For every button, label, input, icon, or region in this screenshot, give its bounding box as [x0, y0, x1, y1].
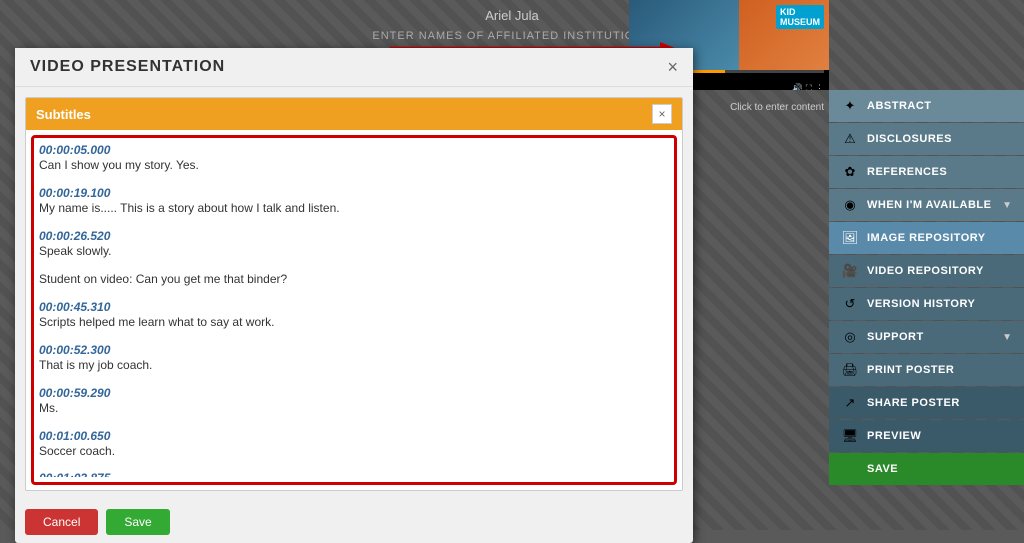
subtitles-header: Subtitles ×	[26, 98, 682, 130]
modal-body: Subtitles × 00:00:05.000Can I show you m…	[15, 87, 693, 501]
sidebar-item-label-image-repository: IMAGE REPOSITORY	[867, 232, 986, 244]
abstract-icon: ✦	[841, 98, 859, 114]
sidebar-item-label-preview: PREVIEW	[867, 430, 921, 442]
subtitles-close-button[interactable]: ×	[652, 104, 672, 124]
sidebar-section-preview: 🖥 PREVIEW	[829, 420, 1024, 452]
when-available-icon: ◉	[841, 197, 859, 213]
sidebar-item-preview[interactable]: 🖥 PREVIEW	[829, 420, 1024, 452]
subtitle-time: 00:00:45.310	[39, 300, 664, 314]
sidebar-section-save: SAVE	[829, 453, 1024, 485]
support-icon: ◎	[841, 329, 859, 345]
sidebar-item-references[interactable]: ✿ REFERENCES	[829, 156, 1024, 188]
save-button[interactable]: Save	[106, 509, 169, 535]
sidebar-item-label-disclosures: DISCLOSURES	[867, 133, 952, 145]
sidebar-item-label-video-repository: VIDEO REPOSITORY	[867, 265, 984, 277]
subtitle-time: 00:00:52.300	[39, 343, 664, 357]
video-repository-icon: 🎥	[841, 263, 859, 279]
sidebar-section-disclosures: ⚠ DISCLOSURES	[829, 123, 1024, 155]
sidebar-item-label-abstract: ABSTRACT	[867, 100, 932, 112]
chevron-icon: ▼	[1002, 200, 1012, 211]
subtitle-time: 00:00:19.100	[39, 186, 664, 200]
kid-museum-badge: KIDMUSEUM	[776, 5, 824, 29]
click-to-enter-hint: Click to enter content	[725, 100, 829, 115]
subtitle-text: Speak slowly.	[39, 243, 664, 260]
sidebar-item-video-repository[interactable]: 🎥 VIDEO REPOSITORY	[829, 255, 1024, 287]
fullscreen-icon[interactable]: ⛶	[806, 83, 812, 91]
image-repository-icon: 🖼	[841, 230, 859, 246]
chevron-icon: ▼	[1002, 332, 1012, 343]
sidebar-section-video-repository: 🎥 VIDEO REPOSITORY	[829, 255, 1024, 287]
subtitle-text: Scripts helped me learn what to say at w…	[39, 314, 664, 331]
subtitles-red-border: 00:00:05.000Can I show you my story. Yes…	[31, 135, 677, 485]
sidebar-section-references: ✿ REFERENCES	[829, 156, 1024, 188]
subtitle-time: 00:00:59.290	[39, 386, 664, 400]
subtitles-scroll[interactable]: 00:00:05.000Can I show you my story. Yes…	[39, 143, 669, 477]
subtitle-entry: 00:00:19.100My name is..... This is a st…	[39, 186, 664, 217]
more-icon[interactable]: ⋮	[815, 83, 824, 91]
sidebar-item-disclosures[interactable]: ⚠ DISCLOSURES	[829, 123, 1024, 155]
volume-icon[interactable]: 🔊	[791, 83, 802, 91]
subtitle-entry: 00:00:26.520Speak slowly.	[39, 229, 664, 260]
sidebar: ✦ ABSTRACT ⚠ DISCLOSURES ✿ REFERENCES ◉ WHEN I'…	[829, 90, 1024, 486]
sidebar-item-when-available[interactable]: ◉ WHEN I'M AVAILABLE ▼	[829, 189, 1024, 221]
subtitle-entry: 00:00:05.000Can I show you my story. Yes…	[39, 143, 664, 174]
sidebar-item-support[interactable]: ◎ SUPPORT ▼	[829, 321, 1024, 353]
sidebar-item-label-support: SUPPORT	[867, 331, 924, 343]
subtitle-entry: 00:01:03.875She told me how I do too. I …	[39, 471, 664, 477]
subtitle-text: Student on video: Can you get me that bi…	[39, 271, 664, 288]
preview-icon: 🖥	[841, 428, 859, 444]
subtitle-entry: 00:00:52.300That is my job coach.	[39, 343, 664, 374]
subtitle-entry: 00:00:45.310Scripts helped me learn what…	[39, 300, 664, 331]
subtitle-text: Can I show you my story. Yes.	[39, 157, 664, 174]
subtitle-text: Soccer coach.	[39, 443, 664, 460]
share-poster-icon: ↗	[841, 395, 859, 411]
sidebar-section-version-history: ↺ VERSION HISTORY	[829, 288, 1024, 320]
sidebar-item-label-print-poster: PRINT POSTER	[867, 364, 954, 376]
modal-close-button[interactable]: ×	[667, 58, 678, 76]
sidebar-item-abstract[interactable]: ✦ ABSTRACT	[829, 90, 1024, 122]
user-name: Ariel Jula	[485, 8, 538, 23]
subtitle-text: Ms.	[39, 400, 664, 417]
sidebar-section-abstract: ✦ ABSTRACT	[829, 90, 1024, 122]
sidebar-item-version-history[interactable]: ↺ VERSION HISTORY	[829, 288, 1024, 320]
modal-title: VIDEO PRESENTATION	[30, 58, 225, 76]
disclosures-icon: ⚠	[841, 131, 859, 147]
subtitles-content-wrapper: 00:00:05.000Can I show you my story. Yes…	[26, 130, 682, 490]
subtitles-title: Subtitles	[36, 107, 91, 122]
sidebar-section-print-poster: 🖨 PRINT POSTER	[829, 354, 1024, 386]
sidebar-item-share-poster[interactable]: ↗ SHARE POSTER	[829, 387, 1024, 419]
sidebar-item-save[interactable]: SAVE	[829, 453, 1024, 485]
subtitle-time: 00:00:26.520	[39, 229, 664, 243]
sidebar-item-label-version-history: VERSION HISTORY	[867, 298, 975, 310]
sidebar-item-label-when-available: WHEN I'M AVAILABLE	[867, 199, 991, 211]
print-poster-icon: 🖨	[841, 362, 859, 378]
video-presentation-modal: VIDEO PRESENTATION × Subtitles × 00:00:0…	[15, 48, 693, 543]
version-history-icon: ↺	[841, 296, 859, 312]
sidebar-item-label-save: SAVE	[867, 463, 898, 475]
sidebar-item-label-references: REFERENCES	[867, 166, 947, 178]
sidebar-section-when-available: ◉ WHEN I'M AVAILABLE ▼	[829, 189, 1024, 221]
subtitle-entry: Student on video: Can you get me that bi…	[39, 271, 664, 288]
references-icon: ✿	[841, 164, 859, 180]
sidebar-section-image-repository: 🖼 IMAGE REPOSITORY	[829, 222, 1024, 254]
sidebar-section-support: ◎ SUPPORT ▼	[829, 321, 1024, 353]
subtitle-entry: 00:01:00.650Soccer coach.	[39, 429, 664, 460]
top-bar: Ariel Jula	[0, 0, 1024, 30]
modal-header: VIDEO PRESENTATION ×	[15, 48, 693, 87]
sidebar-item-print-poster[interactable]: 🖨 PRINT POSTER	[829, 354, 1024, 386]
sidebar-item-label-share-poster: SHARE POSTER	[867, 397, 960, 409]
subtitle-time: 00:01:03.875	[39, 471, 664, 477]
subtitles-panel: Subtitles × 00:00:05.000Can I show you m…	[25, 97, 683, 491]
cancel-button[interactable]: Cancel	[25, 509, 98, 535]
subtitle-time: 00:00:05.000	[39, 143, 664, 157]
sidebar-item-image-repository[interactable]: 🖼 IMAGE REPOSITORY	[829, 222, 1024, 254]
sidebar-section-share-poster: ↗ SHARE POSTER	[829, 387, 1024, 419]
subtitle-entry: 00:00:59.290Ms.	[39, 386, 664, 417]
video-icon-group: 🔊 ⛶ ⋮	[791, 83, 824, 91]
subtitle-text: That is my job coach.	[39, 357, 664, 374]
subtitle-time: 00:01:00.650	[39, 429, 664, 443]
modal-footer: Cancel Save	[15, 501, 693, 543]
subtitle-text: My name is..... This is a story about ho…	[39, 200, 664, 217]
